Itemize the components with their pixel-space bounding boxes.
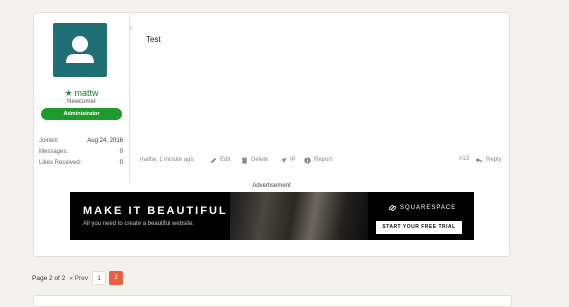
username-link[interactable]: mattw (75, 88, 99, 98)
role-badge: Administrator (41, 108, 122, 120)
ip-label: IP (290, 157, 296, 163)
ad-headline: MAKE IT BEAUTIFUL (83, 205, 228, 217)
squarespace-logo-icon (388, 205, 397, 211)
stat-label: Likes Received: (39, 160, 82, 166)
page-link-2-current[interactable]: 2 (109, 271, 124, 285)
edit-button[interactable]: Edit (210, 154, 230, 166)
ad-brand: SQUARESPACE (388, 204, 456, 212)
advertisement-banner[interactable]: MAKE IT BEAUTIFUL All you need to create… (70, 192, 474, 240)
prev-link[interactable]: « Prev (69, 275, 88, 282)
delete-button[interactable]: Delete (241, 154, 268, 166)
stat-value: 0 (119, 149, 123, 155)
post-footer: mattw, 1 minute ago Edit Delete IP Repor… (140, 154, 502, 166)
ad-photo (230, 192, 368, 240)
pencil-icon (210, 157, 217, 163)
ad-subtext: All you need to create a beautiful websi… (83, 221, 195, 227)
report-button[interactable]: Report (304, 154, 332, 166)
advertisement-label: Advertisement (252, 183, 291, 189)
edit-label: Edit (220, 157, 231, 163)
post-number[interactable]: #13 (459, 153, 469, 165)
stat-value: Aug 24, 2016 (87, 138, 123, 144)
ip-button[interactable]: IP (280, 154, 296, 166)
page-link-1[interactable]: 1 (92, 271, 107, 285)
message-pointer (129, 24, 133, 32)
stat-likes: Likes Received: 0 (39, 158, 123, 169)
ad-brand-name: SQUARESPACE (400, 205, 457, 211)
delete-label: Delete (251, 157, 269, 163)
user-info-panel: ★ mattw Newcomer Administrator Joined: Au… (34, 13, 130, 183)
reply-button[interactable]: Reply (475, 154, 501, 166)
stat-joined: Joined: Aug 24, 2016 (39, 136, 123, 147)
reply-icon (475, 156, 483, 163)
stat-label: Messages: (39, 149, 69, 155)
user-title: Newcomer (67, 99, 96, 105)
username[interactable]: ★ mattw (34, 88, 129, 99)
stat-value: 0 (119, 160, 123, 166)
user-stats: Joined: Aug 24, 2016 Messages: 0 Likes R… (39, 136, 123, 169)
avatar[interactable] (53, 23, 107, 77)
post-meta[interactable]: mattw, 1 minute ago (140, 154, 194, 166)
message-body: Test (146, 35, 161, 44)
page-info: Page 2 of 2 (32, 274, 66, 282)
trash-icon (241, 156, 248, 164)
stat-label: Joined: (39, 138, 59, 144)
user-silhouette-icon (66, 36, 94, 63)
pagination: Page 2 of 2 « Prev 1 2 (32, 271, 126, 285)
reply-label: Reply (486, 157, 502, 163)
info-icon (304, 156, 311, 164)
report-label: Report (314, 157, 333, 163)
post-card: ★ mattw Newcomer Administrator Joined: Au… (33, 12, 510, 257)
stat-messages: Messages: 0 (39, 147, 123, 158)
ad-cta-button[interactable]: START YOUR FREE TRIAL (376, 221, 462, 234)
location-arrow-icon (280, 156, 287, 164)
star-icon: ★ (64, 88, 73, 98)
next-post-card (33, 295, 512, 307)
